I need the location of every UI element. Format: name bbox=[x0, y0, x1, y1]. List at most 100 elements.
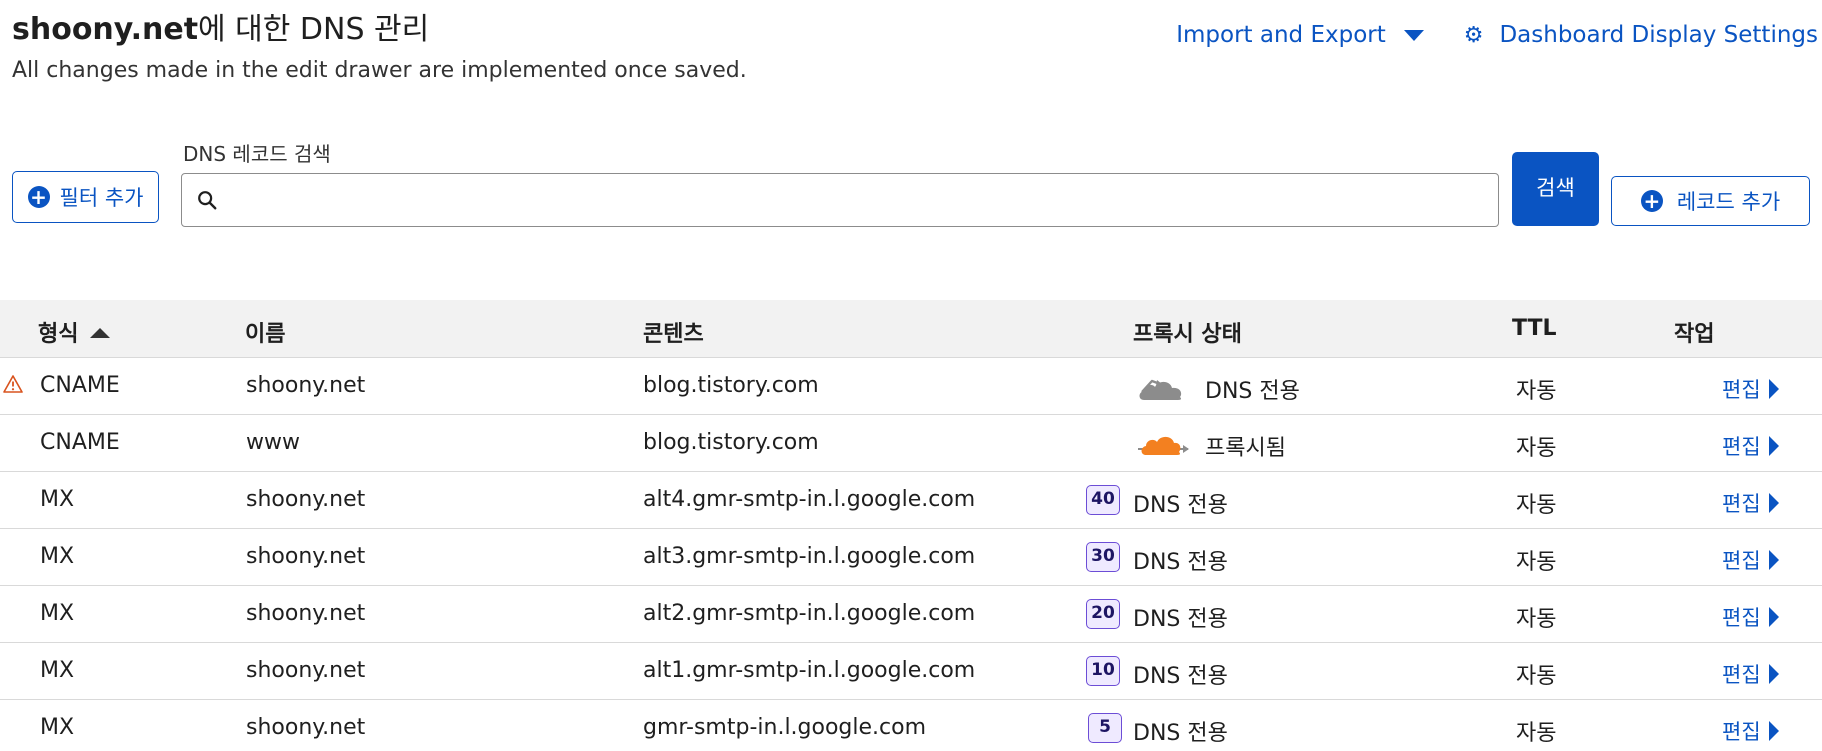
edit-button[interactable]: 편집 bbox=[1722, 659, 1779, 689]
chevron-right-icon bbox=[1768, 664, 1779, 684]
chevron-right-icon bbox=[1768, 721, 1779, 741]
column-header-type[interactable]: 형식 bbox=[38, 316, 111, 348]
proxy-status: DNS 전용 bbox=[1133, 607, 1228, 632]
warning-icon bbox=[3, 375, 23, 393]
proxy-status: 프록시됨 bbox=[1205, 436, 1286, 461]
record-content: alt1.gmr-smtp-in.l.google.com bbox=[643, 658, 976, 683]
chevron-right-icon bbox=[1768, 379, 1779, 399]
dashboard-settings-label: Dashboard Display Settings bbox=[1499, 22, 1818, 48]
title-suffix: 에 대한 DNS 관리 bbox=[198, 12, 430, 47]
record-content: blog.tistory.com bbox=[643, 430, 819, 455]
dns-records-table: 형식 이름 콘텐츠 프록시 상태 TTL 작업 CNAME shoony.net… bbox=[0, 300, 1822, 751]
record-ttl: 자동 bbox=[1516, 607, 1557, 632]
page-title: shoony.net에 대한 DNS 관리 bbox=[12, 4, 429, 48]
priority-badge: 30 bbox=[1086, 542, 1120, 572]
record-type: MX bbox=[40, 544, 75, 569]
record-type: CNAME bbox=[40, 373, 120, 398]
table-row: CNAME shoony.net blog.tistory.com DNS 전용… bbox=[0, 358, 1822, 415]
record-name: shoony.net bbox=[246, 601, 366, 626]
top-actions: Import and Export ⚙ Dashboard Display Se… bbox=[1176, 22, 1818, 48]
priority-badge: 5 bbox=[1088, 713, 1122, 743]
page-subtitle: All changes made in the edit drawer are … bbox=[12, 58, 747, 83]
table-row: CNAME www blog.tistory.com 프록시됨 자동 편집 bbox=[0, 415, 1822, 472]
chevron-right-icon bbox=[1768, 493, 1779, 513]
chevron-right-icon bbox=[1768, 436, 1779, 456]
proxy-status: DNS 전용 bbox=[1133, 721, 1228, 746]
cloud-proxied-icon bbox=[1138, 436, 1189, 455]
column-header-content[interactable]: 콘텐츠 bbox=[643, 316, 704, 348]
record-name: shoony.net bbox=[246, 715, 366, 740]
cloud-dns-only-icon bbox=[1139, 379, 1182, 400]
sort-ascending-icon bbox=[90, 328, 111, 338]
table-header: 형식 이름 콘텐츠 프록시 상태 TTL 작업 bbox=[0, 300, 1822, 358]
proxy-status: DNS 전용 bbox=[1205, 379, 1300, 404]
edit-button[interactable]: 편집 bbox=[1722, 374, 1779, 404]
priority-badge: 20 bbox=[1086, 599, 1120, 629]
gear-icon: ⚙ bbox=[1463, 22, 1484, 48]
search-input[interactable] bbox=[228, 174, 1498, 226]
priority-badge: 40 bbox=[1086, 485, 1120, 515]
chevron-right-icon bbox=[1768, 607, 1779, 627]
table-row: MX shoony.net alt2.gmr-smtp-in.l.google.… bbox=[0, 586, 1822, 643]
record-ttl: 자동 bbox=[1516, 436, 1557, 461]
record-name: shoony.net bbox=[246, 373, 366, 398]
edit-label: 편집 bbox=[1722, 378, 1761, 402]
search-field[interactable] bbox=[181, 173, 1499, 227]
edit-button[interactable]: 편집 bbox=[1722, 431, 1779, 461]
search-icon bbox=[198, 191, 217, 210]
table-row: MX shoony.net gmr-smtp-in.l.google.com 5… bbox=[0, 700, 1822, 751]
import-export-dropdown[interactable]: Import and Export bbox=[1176, 22, 1424, 48]
record-content: gmr-smtp-in.l.google.com bbox=[643, 715, 927, 740]
record-ttl: 자동 bbox=[1516, 493, 1557, 518]
record-type: MX bbox=[40, 658, 75, 683]
column-header-ttl[interactable]: TTL bbox=[1512, 316, 1557, 341]
edit-label: 편집 bbox=[1722, 606, 1761, 630]
edit-label: 편집 bbox=[1722, 663, 1761, 687]
plus-circle-icon: + bbox=[27, 186, 50, 208]
title-domain: shoony.net bbox=[12, 12, 199, 47]
search-button[interactable]: 검색 bbox=[1512, 152, 1599, 226]
priority-badge: 10 bbox=[1086, 656, 1120, 686]
edit-button[interactable]: 편집 bbox=[1722, 716, 1779, 746]
proxy-status: DNS 전용 bbox=[1133, 664, 1228, 689]
column-header-name[interactable]: 이름 bbox=[245, 316, 285, 348]
table-row: MX shoony.net alt1.gmr-smtp-in.l.google.… bbox=[0, 643, 1822, 700]
edit-button[interactable]: 편집 bbox=[1722, 602, 1779, 632]
column-header-proxy[interactable]: 프록시 상태 bbox=[1133, 316, 1242, 348]
record-ttl: 자동 bbox=[1516, 664, 1557, 689]
add-filter-label: 필터 추가 bbox=[59, 186, 144, 210]
table-row: MX shoony.net alt3.gmr-smtp-in.l.google.… bbox=[0, 529, 1822, 586]
table-row: MX shoony.net alt4.gmr-smtp-in.l.google.… bbox=[0, 472, 1822, 529]
record-content: blog.tistory.com bbox=[643, 373, 819, 398]
record-name: shoony.net bbox=[246, 658, 366, 683]
record-ttl: 자동 bbox=[1516, 721, 1557, 746]
record-type: MX bbox=[40, 715, 75, 740]
add-record-button[interactable]: + 레코드 추가 bbox=[1611, 176, 1810, 226]
record-type: MX bbox=[40, 487, 75, 512]
record-name: www bbox=[246, 430, 300, 455]
record-name: shoony.net bbox=[246, 487, 366, 512]
search-label: DNS 레코드 검색 bbox=[183, 142, 331, 166]
record-type: MX bbox=[40, 601, 75, 626]
import-export-label: Import and Export bbox=[1176, 22, 1386, 48]
proxy-status: DNS 전용 bbox=[1133, 493, 1228, 518]
edit-label: 편집 bbox=[1722, 720, 1761, 744]
record-content: alt4.gmr-smtp-in.l.google.com bbox=[643, 487, 976, 512]
edit-label: 편집 bbox=[1722, 435, 1761, 459]
dashboard-display-settings-link[interactable]: ⚙ Dashboard Display Settings bbox=[1464, 22, 1818, 48]
record-ttl: 자동 bbox=[1516, 379, 1557, 404]
record-type: CNAME bbox=[40, 430, 120, 455]
record-content: alt2.gmr-smtp-in.l.google.com bbox=[643, 601, 976, 626]
plus-circle-icon: + bbox=[1640, 190, 1663, 212]
record-name: shoony.net bbox=[246, 544, 366, 569]
column-header-action: 작업 bbox=[1674, 322, 1715, 347]
add-record-label: 레코드 추가 bbox=[1676, 190, 1781, 214]
edit-button[interactable]: 편집 bbox=[1722, 545, 1779, 575]
record-content: alt3.gmr-smtp-in.l.google.com bbox=[643, 544, 976, 569]
edit-button[interactable]: 편집 bbox=[1722, 488, 1779, 518]
edit-label: 편집 bbox=[1722, 492, 1761, 516]
edit-label: 편집 bbox=[1722, 549, 1761, 573]
chevron-down-icon bbox=[1403, 29, 1424, 41]
proxy-status: DNS 전용 bbox=[1133, 550, 1228, 575]
add-filter-button[interactable]: + 필터 추가 bbox=[12, 171, 159, 223]
